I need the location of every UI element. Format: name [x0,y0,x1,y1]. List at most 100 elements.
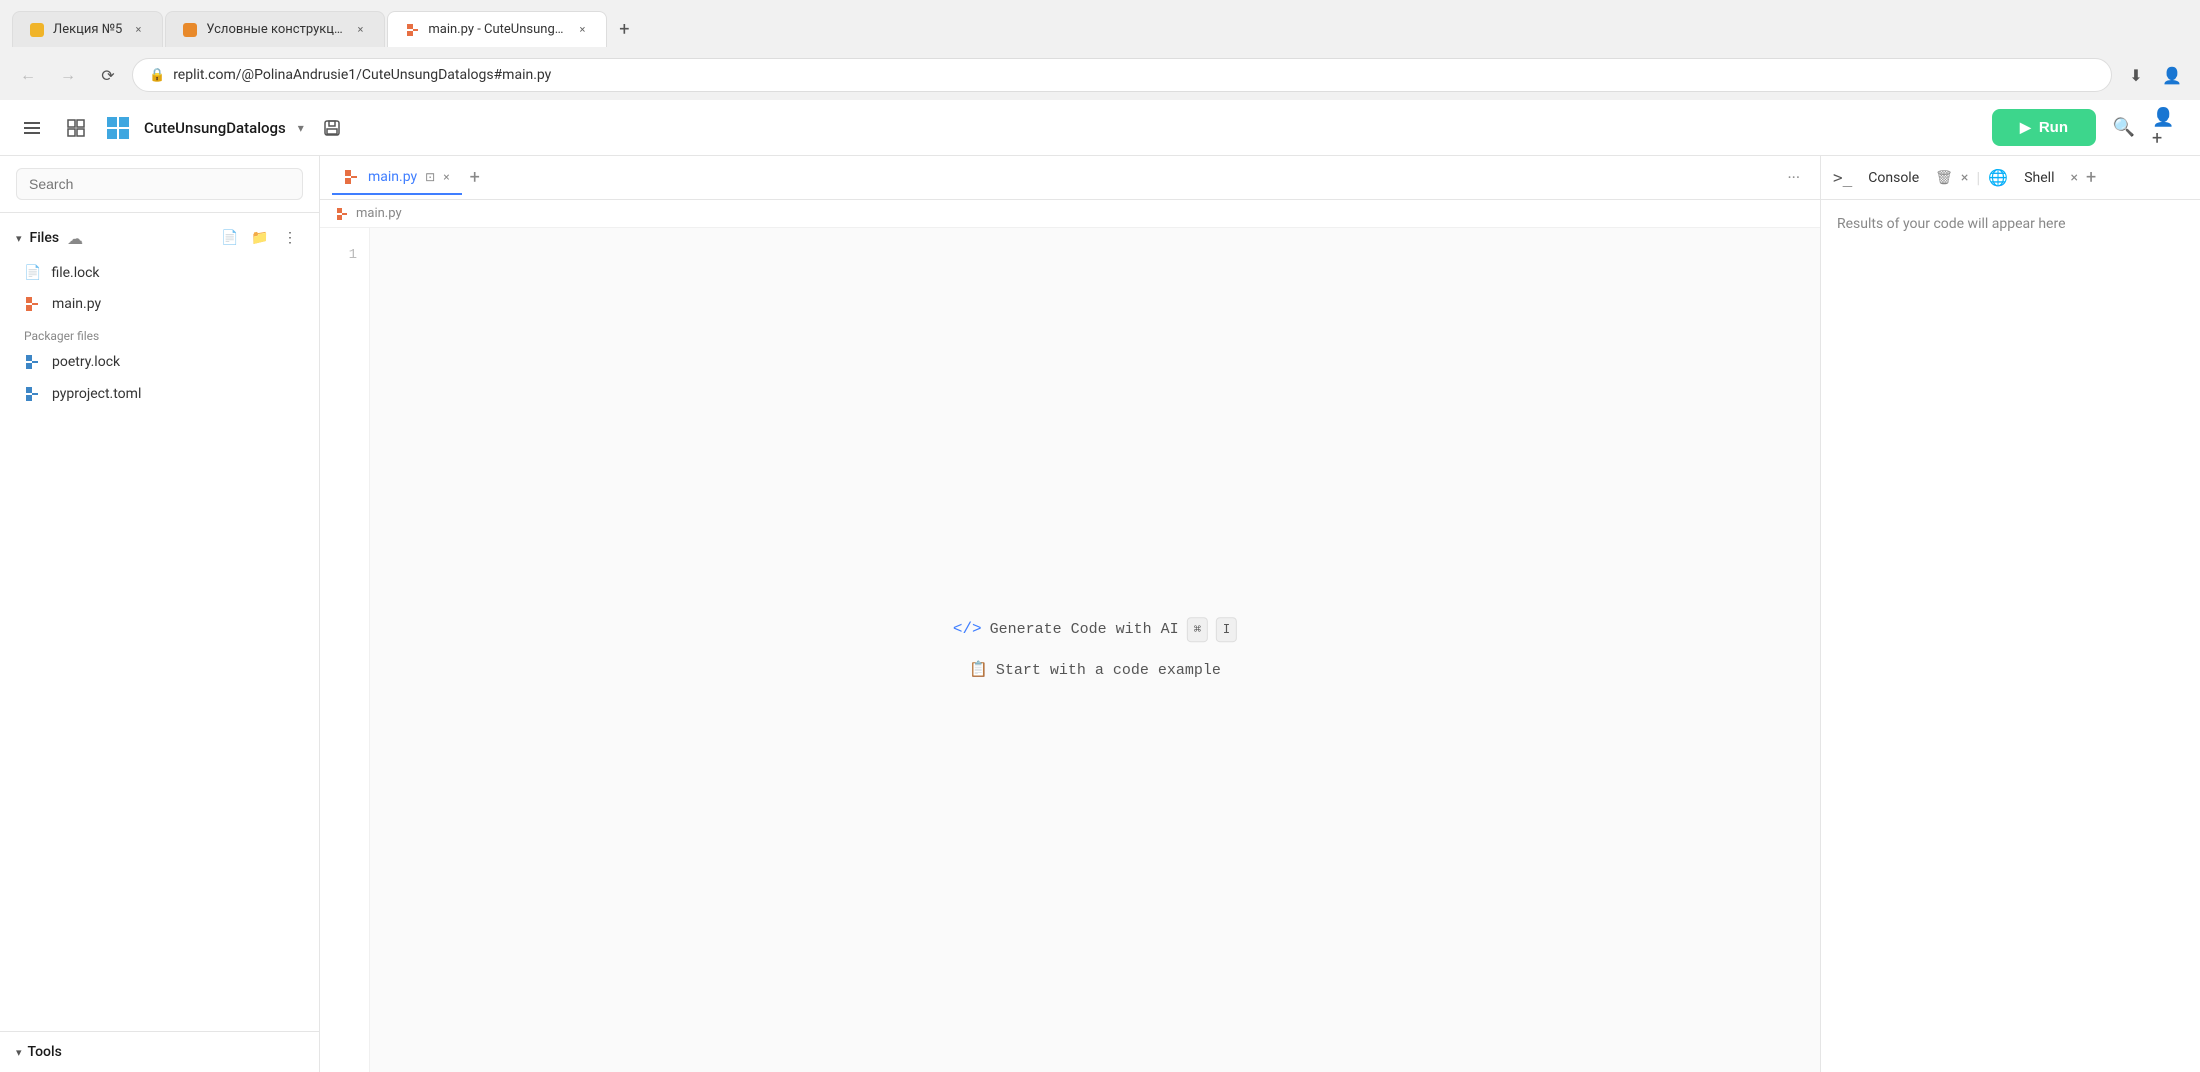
breadcrumb-replit-icon [336,207,350,221]
main-py-name: main.py [52,296,101,312]
editor-tab-add-button[interactable]: + [470,167,480,188]
console-clear-button[interactable]: 🗑 [1935,170,1953,186]
file-item-poetry-lock[interactable]: poetry.lock [16,347,303,377]
file-item-main-py[interactable]: main.py [16,289,303,319]
back-button[interactable]: ← [12,59,44,91]
files-section: ▾ Files ☁ 📄 📁 ⋮ 📄 file.lock [0,213,319,423]
file-lock-icon: 📄 [24,265,41,281]
project-icon [104,114,132,142]
files-section-arrow[interactable]: ▾ [16,232,22,245]
editor-tab-more-button[interactable]: ··· [1779,164,1808,191]
shell-globe-icon: 🌐 [1988,168,2008,187]
favicon-orange-icon [183,23,197,37]
run-play-icon: ▶ [2020,119,2031,136]
user-button[interactable]: 👤+ [2152,112,2184,144]
tab-1-close[interactable]: × [130,22,146,38]
project-name[interactable]: CuteUnsungDatalogs [144,119,286,137]
new-folder-button[interactable]: 📁 [247,225,273,251]
run-button[interactable]: ▶ Run [1992,109,2096,146]
console-close-button[interactable]: × [1961,170,1968,186]
search-button[interactable]: 🔍 [2108,112,2140,144]
line-number-1: 1 [332,244,357,266]
app-header: CuteUnsungDatalogs ▾ ▶ Run 🔍 👤+ [0,100,2200,156]
console-divider: | [1976,168,1980,187]
download-icon[interactable]: ⬇ [2120,59,2152,91]
browser-chrome: Лекция №5 × Условные конструкции - Go...… [0,0,2200,100]
ai-hint-panel: </> Generate Code with AI ⌘ I 📋 Start wi… [953,617,1237,683]
poetry-lock-replit-icon [24,353,42,371]
shell-label: Shell [2024,170,2054,186]
main-area: ▾ Files ☁ 📄 📁 ⋮ 📄 file.lock [0,156,2200,1072]
shell-tab[interactable]: Shell [2016,162,2062,194]
shell-close-button[interactable]: × [2071,170,2078,186]
run-button-label: Run [2039,119,2068,136]
save-button[interactable] [316,112,348,144]
address-text: replit.com/@PolinaAndrusie1/CuteUnsungDa… [173,67,551,83]
console-area: >_ Console 🗑 × | 🌐 Shell × + Results of … [1820,156,2200,1072]
editor-tab-main-py-label: main.py [368,169,417,185]
forward-button[interactable]: → [52,59,84,91]
files-more-button[interactable]: ⋮ [277,225,303,251]
sidebar: ▾ Files ☁ 📄 📁 ⋮ 📄 file.lock [0,156,320,1072]
tab-3[interactable]: main.py - CuteUnsungDatalog... × [387,11,607,47]
project-dropdown-arrow[interactable]: ▾ [298,121,304,135]
browser-actions: ⬇ 👤 [2120,59,2188,91]
header-right-actions: 🔍 👤+ [2108,112,2184,144]
tab-2[interactable]: Условные конструкции - Go... × [165,11,385,47]
packager-files-label: Packager files [16,321,303,347]
editor-content: 1 </> Generate Code with AI ⌘ I 📋 Start … [320,228,1820,1072]
kbd-cmd: ⌘ [1187,617,1208,642]
tab-3-favicon [404,22,420,38]
editor-tabs: main.py ⊡ × + ··· [320,156,1820,200]
grid-icon [66,118,86,138]
sidebar-toggle-icon [22,118,42,138]
tab-2-close[interactable]: × [352,22,368,38]
refresh-button[interactable]: ⟳ [92,59,124,91]
address-bar-row: ← → ⟳ 🔒 replit.com/@PolinaAndrusie1/Cute… [0,50,2200,100]
files-section-title-row: ▾ Files ☁ [16,229,83,248]
tab-2-favicon [182,22,198,38]
lock-icon: 🔒 [149,68,165,83]
editor-tab-save-icon[interactable]: ⊡ [425,170,435,184]
code-example-row[interactable]: 📋 Start with a code example [969,659,1221,683]
address-field[interactable]: 🔒 replit.com/@PolinaAndrusie1/CuteUnsung… [132,58,2112,92]
cloud-sync-icon: ☁ [67,229,83,248]
grid-icon-button[interactable] [60,112,92,144]
pyproject-replit-icon [24,385,42,403]
tab-bar: Лекция №5 × Условные конструкции - Go...… [0,0,2200,50]
generate-code-row[interactable]: </> Generate Code with AI ⌘ I [953,617,1237,643]
editor-tab-close-icon[interactable]: × [443,170,449,184]
tab-3-title: main.py - CuteUnsungDatalog... [428,22,566,37]
sidebar-search-area [0,156,319,213]
files-section-header: ▾ Files ☁ 📄 📁 ⋮ [16,225,303,251]
sidebar-toggle-button[interactable] [16,112,48,144]
console-empty-message: Results of your code will appear here [1837,216,2066,232]
breadcrumb-text: main.py [356,206,402,221]
file-item-pyproject-toml[interactable]: pyproject.toml [16,379,303,409]
search-input[interactable] [16,168,303,200]
console-tab[interactable]: Console [1860,162,1927,194]
save-icon [322,118,342,138]
tab-2-title: Условные конструкции - Go... [206,22,344,37]
tab-1[interactable]: Лекция №5 × [12,11,163,47]
tab-3-close[interactable]: × [574,22,590,38]
new-tab-button[interactable]: + [609,14,639,44]
main-py-replit-icon [24,295,42,313]
file-item-file-lock[interactable]: 📄 file.lock [16,259,303,287]
files-section-actions: 📄 📁 ⋮ [217,225,303,251]
files-section-title: Files [30,230,60,246]
favicon-yellow-icon [30,23,44,37]
code-editor[interactable]: </> Generate Code with AI ⌘ I 📋 Start wi… [370,228,1820,1072]
tools-label[interactable]: ▾ Tools [16,1044,303,1060]
replit-app: CuteUnsungDatalogs ▾ ▶ Run 🔍 👤+ [0,100,2200,1072]
console-add-button[interactable]: + [2086,167,2096,188]
profile-icon[interactable]: 👤 [2156,59,2188,91]
ai-code-icon: </> [953,617,982,643]
console-prompt-icon: >_ [1833,168,1852,187]
pyproject-toml-name: pyproject.toml [52,386,141,402]
file-lock-name: file.lock [51,265,99,281]
poetry-lock-name: poetry.lock [52,354,120,370]
new-file-button[interactable]: 📄 [217,225,243,251]
editor-tab-main-py[interactable]: main.py ⊡ × [332,161,462,195]
console-label: Console [1868,170,1919,186]
